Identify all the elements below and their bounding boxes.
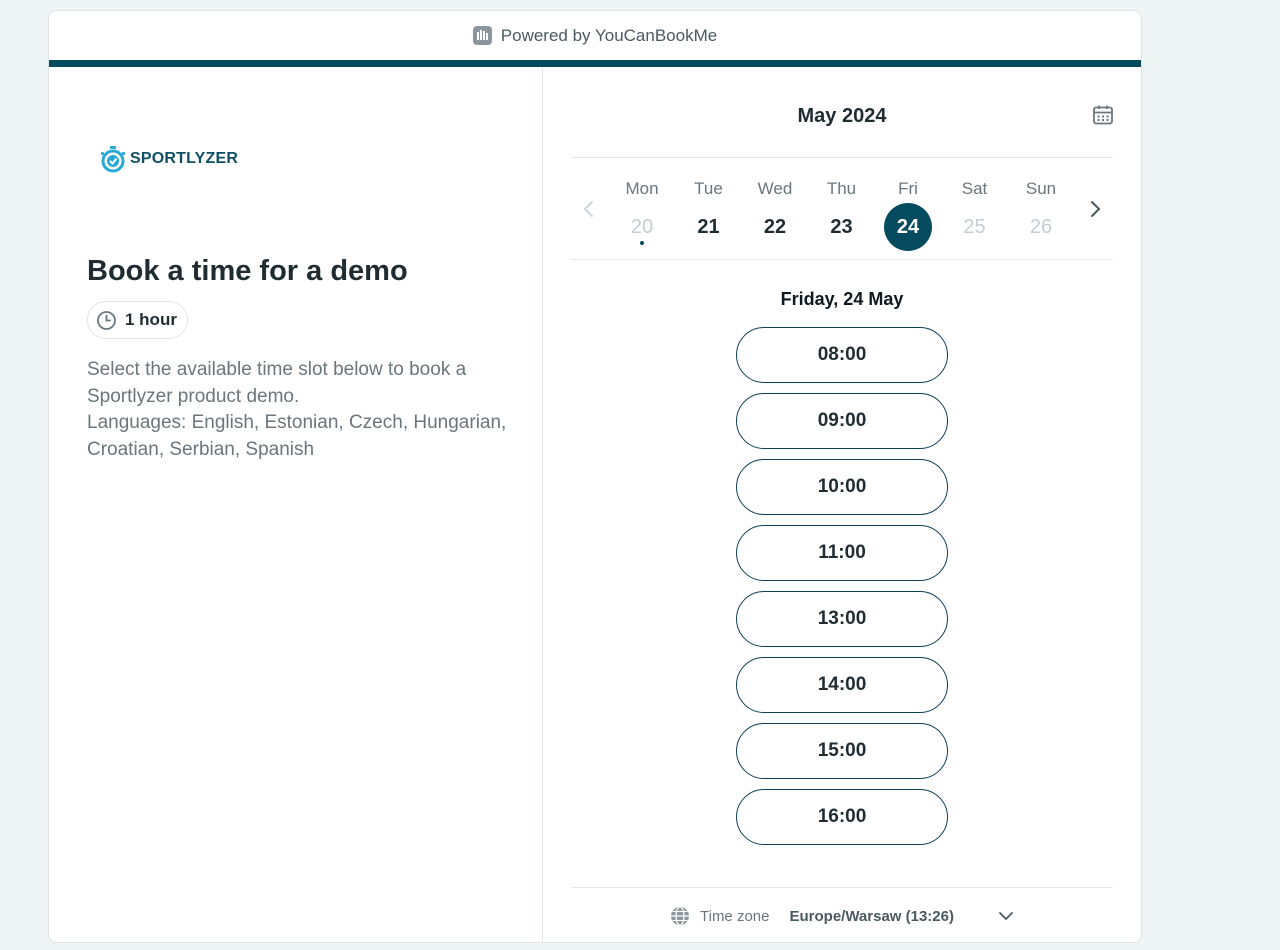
time-slot-button[interactable]: 11:00 <box>736 525 948 581</box>
week-strip: Mon 20 Tue 21 Wed 22 Thu 23 Fri 24 Sat 25 Sun 26 <box>571 157 1113 260</box>
duration-text: 1 hour <box>125 310 177 329</box>
clock-icon <box>97 310 116 330</box>
chevron-down-icon <box>999 912 1013 921</box>
time-slot-list: 08:00 09:00 10:00 11:00 13:00 14:00 15:00 16:00 <box>736 327 948 845</box>
day-date[interactable]: 22 <box>751 203 799 251</box>
booking-card: Powered by YouCanBookMe SPORTLYZER Book … <box>48 10 1142 943</box>
selected-date-heading: Friday, 24 May <box>780 289 904 309</box>
event-description: Select the available time slot below to … <box>87 357 507 463</box>
chevron-left-icon <box>583 201 593 217</box>
languages-text: Languages: English, Estonian, Czech, Hun… <box>87 412 507 460</box>
day-date[interactable]: 21 <box>685 203 733 251</box>
scheduler-pane: May 2024 Mon 20 Tue 21 Wed 22 Thu 23 Fri… <box>543 67 1141 942</box>
youcanbookme-logo-icon <box>472 26 492 45</box>
sportlyzer-logo: SPORTLYZER <box>99 145 238 173</box>
description-text: Select the available time slot below to … <box>87 359 467 407</box>
time-slot-button[interactable]: 16:00 <box>736 789 948 845</box>
page-title: Book a time for a demo <box>87 255 408 287</box>
day-name: Tue <box>694 179 723 198</box>
today-marker <box>640 241 644 245</box>
day-date: 26 <box>1029 215 1053 238</box>
powered-by-banner[interactable]: Powered by YouCanBookMe <box>49 11 1141 60</box>
time-slot-button[interactable]: 09:00 <box>736 393 948 449</box>
day-date[interactable]: 23 <box>818 203 866 251</box>
powered-by-text: Powered by YouCanBookMe <box>500 25 718 45</box>
accent-bar <box>49 60 1141 67</box>
event-info-pane: SPORTLYZER Book a time for a demo 1 hour… <box>49 67 543 942</box>
day-name: Thu <box>826 179 857 198</box>
day-date: 25 <box>963 215 986 238</box>
time-slot-button[interactable]: 08:00 <box>736 327 948 383</box>
day-name: Mon <box>625 179 659 198</box>
day-name: Fri <box>898 179 918 198</box>
chevron-right-icon <box>1091 201 1101 217</box>
stopwatch-icon <box>101 146 125 173</box>
time-slot-button[interactable]: 15:00 <box>736 723 948 779</box>
month-label: May 2024 <box>797 105 887 127</box>
brand-name: SPORTLYZER <box>130 150 239 167</box>
previous-week-button[interactable] <box>578 198 600 220</box>
calendar-icon[interactable] <box>1092 104 1114 126</box>
time-slot-button[interactable]: 14:00 <box>736 657 948 713</box>
day-name: Sun <box>1025 179 1057 198</box>
time-slot-button[interactable]: 13:00 <box>736 591 948 647</box>
timezone-value: Europe/Warsaw (13:26) <box>789 907 954 925</box>
timezone-label: Time zone <box>700 907 770 925</box>
next-week-button[interactable] <box>1084 198 1106 220</box>
globe-icon <box>671 906 689 926</box>
day-date[interactable]: 24 <box>884 203 932 251</box>
time-slot-button[interactable]: 10:00 <box>736 459 948 515</box>
day-name: Sat <box>961 179 988 198</box>
duration-badge: 1 hour <box>87 301 188 339</box>
timezone-selector[interactable]: Time zone Europe/Warsaw (13:26) <box>571 887 1113 942</box>
day-name: Wed <box>757 179 793 198</box>
